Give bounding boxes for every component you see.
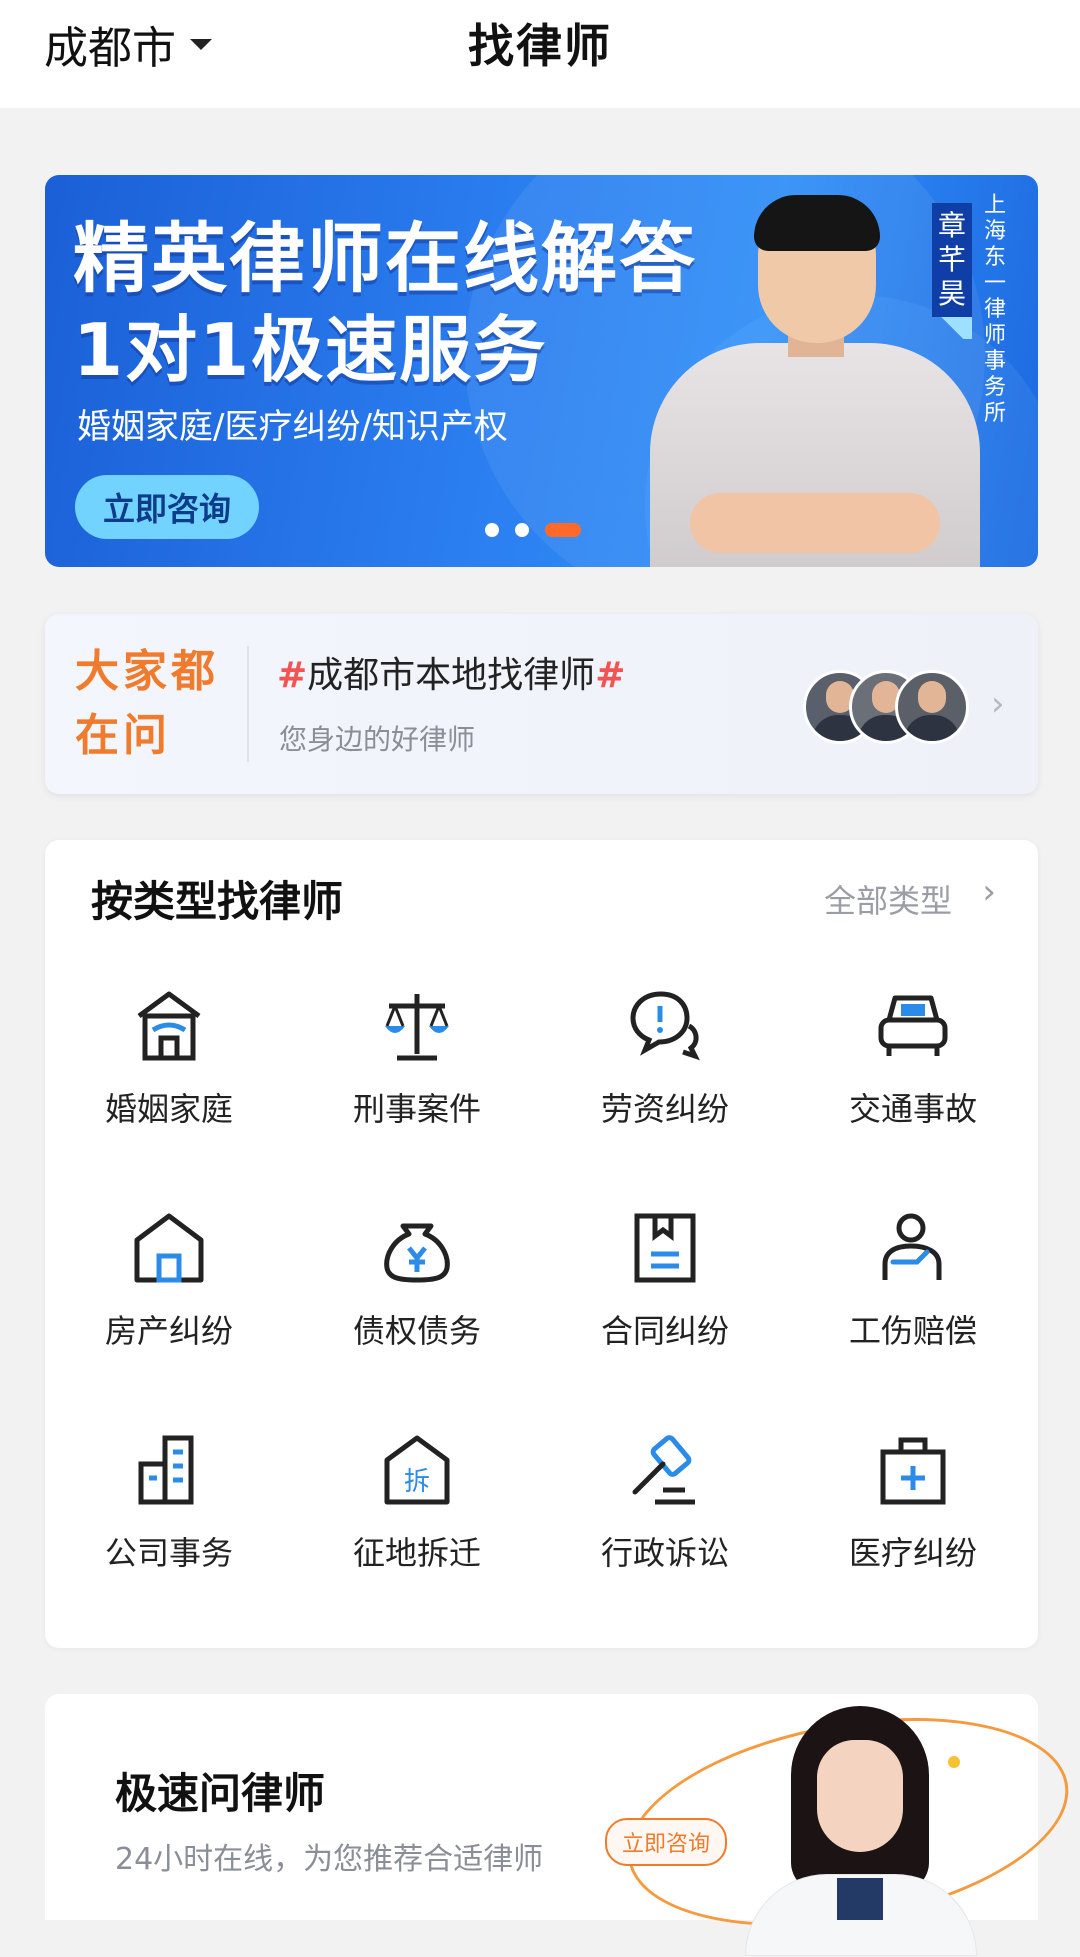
scales-icon xyxy=(385,994,449,1061)
fast-ask-consult-button[interactable]: 立即咨询 xyxy=(605,1818,727,1866)
law-firm-name: 上海东一律师事务所 xyxy=(984,193,1007,426)
type-label: 刑事案件 xyxy=(352,1090,481,1128)
type-item[interactable]: 婚姻家庭 xyxy=(45,986,293,1156)
hash-icon: # xyxy=(277,655,308,696)
lawyer-avatars xyxy=(803,670,973,744)
type-item[interactable]: 交通事故 xyxy=(789,986,1037,1156)
trending-description: 您身边的好律师 xyxy=(279,723,476,756)
all-types-link[interactable]: 全部类型 xyxy=(824,876,952,922)
trending-question-card[interactable]: 大家都在问 #成都市本地找律师# 您身边的好律师 › xyxy=(45,614,1038,794)
carousel-dot[interactable] xyxy=(485,523,499,537)
money-bag-icon xyxy=(384,1223,450,1283)
speech-exclamation-icon xyxy=(630,991,700,1061)
banner-consult-button[interactable]: 立即咨询 xyxy=(75,475,259,539)
avatar xyxy=(895,670,969,744)
type-label: 工伤赔偿 xyxy=(848,1312,977,1350)
lawyer-photo xyxy=(745,1706,977,1956)
page-title: 找律师 xyxy=(468,19,612,73)
type-item[interactable]: 拆 征地拆迁 xyxy=(293,1430,541,1600)
marriage-home-icon xyxy=(137,991,201,1061)
trending-topic: #成都市本地找律师# xyxy=(277,646,625,698)
divider xyxy=(247,646,249,762)
carousel-dot[interactable] xyxy=(515,523,529,537)
fast-ask-card[interactable]: 极速问律师 24小时在线，为您推荐合适律师 立即咨询 xyxy=(45,1686,1080,1957)
type-item[interactable]: 房产纠纷 xyxy=(45,1208,293,1378)
demolition-icon: 拆 xyxy=(384,1435,450,1505)
lawyer-types-card: 按类型找律师 全部类型 › 婚姻家庭 刑事案件 劳资纠纷 交通事故 房产纠纷 债… xyxy=(45,840,1038,1648)
type-label: 交通事故 xyxy=(848,1090,977,1128)
fast-ask-subtitle: 24小时在线，为您推荐合适律师 xyxy=(115,1842,544,1877)
hash-icon: # xyxy=(595,655,626,696)
contract-icon xyxy=(634,1213,696,1283)
type-label: 征地拆迁 xyxy=(352,1534,481,1572)
type-item[interactable]: 行政诉讼 xyxy=(541,1430,789,1600)
banner-subheadline: 1对1极速服务 xyxy=(73,308,548,392)
lawyer-photo xyxy=(650,193,980,567)
medical-kit-icon xyxy=(880,1437,946,1505)
type-label: 合同纠纷 xyxy=(600,1312,729,1350)
gavel-icon xyxy=(632,1435,695,1505)
fast-ask-title: 极速问律师 xyxy=(115,1769,326,1818)
carousel-indicator xyxy=(485,523,581,537)
type-label: 医疗纠纷 xyxy=(848,1534,977,1572)
car-icon xyxy=(878,995,948,1056)
chevron-right-icon[interactable]: › xyxy=(982,872,996,912)
type-item[interactable]: 公司事务 xyxy=(45,1430,293,1600)
type-label: 婚姻家庭 xyxy=(104,1090,233,1128)
carousel-dot-active[interactable] xyxy=(545,523,581,537)
section-title: 按类型找律师 xyxy=(91,877,344,926)
type-label: 公司事务 xyxy=(104,1534,233,1572)
house-icon xyxy=(134,1213,204,1283)
injured-worker-icon xyxy=(882,1213,942,1280)
lawyer-name-tag: 章芊昊 xyxy=(932,203,972,339)
top-bar: 成都市 找律师 xyxy=(0,0,1080,108)
type-item[interactable]: 刑事案件 xyxy=(293,986,541,1156)
type-item[interactable]: 医疗纠纷 xyxy=(789,1430,1037,1600)
type-label: 行政诉讼 xyxy=(600,1534,729,1572)
trending-topic-text: 成都市本地找律师 xyxy=(307,655,596,696)
office-building-icon xyxy=(138,1435,194,1505)
svg-text:拆: 拆 xyxy=(404,1467,430,1497)
type-item[interactable]: 劳资纠纷 xyxy=(541,986,789,1156)
promo-banner[interactable]: 精英律师在线解答 1对1极速服务 婚姻家庭/医疗纠纷/知识产权 立即咨询 章芊昊… xyxy=(45,175,1038,567)
chevron-right-icon: › xyxy=(991,684,1005,724)
banner-subtitle: 婚姻家庭/医疗纠纷/知识产权 xyxy=(77,407,508,447)
trending-label: 大家都在问 xyxy=(75,646,219,761)
type-item[interactable]: 债权债务 xyxy=(293,1208,541,1378)
type-label: 债权债务 xyxy=(352,1312,481,1350)
type-item[interactable]: 工伤赔偿 xyxy=(789,1208,1037,1378)
type-label: 劳资纠纷 xyxy=(600,1090,729,1128)
type-item[interactable]: 合同纠纷 xyxy=(541,1208,789,1378)
type-label: 房产纠纷 xyxy=(104,1312,233,1350)
